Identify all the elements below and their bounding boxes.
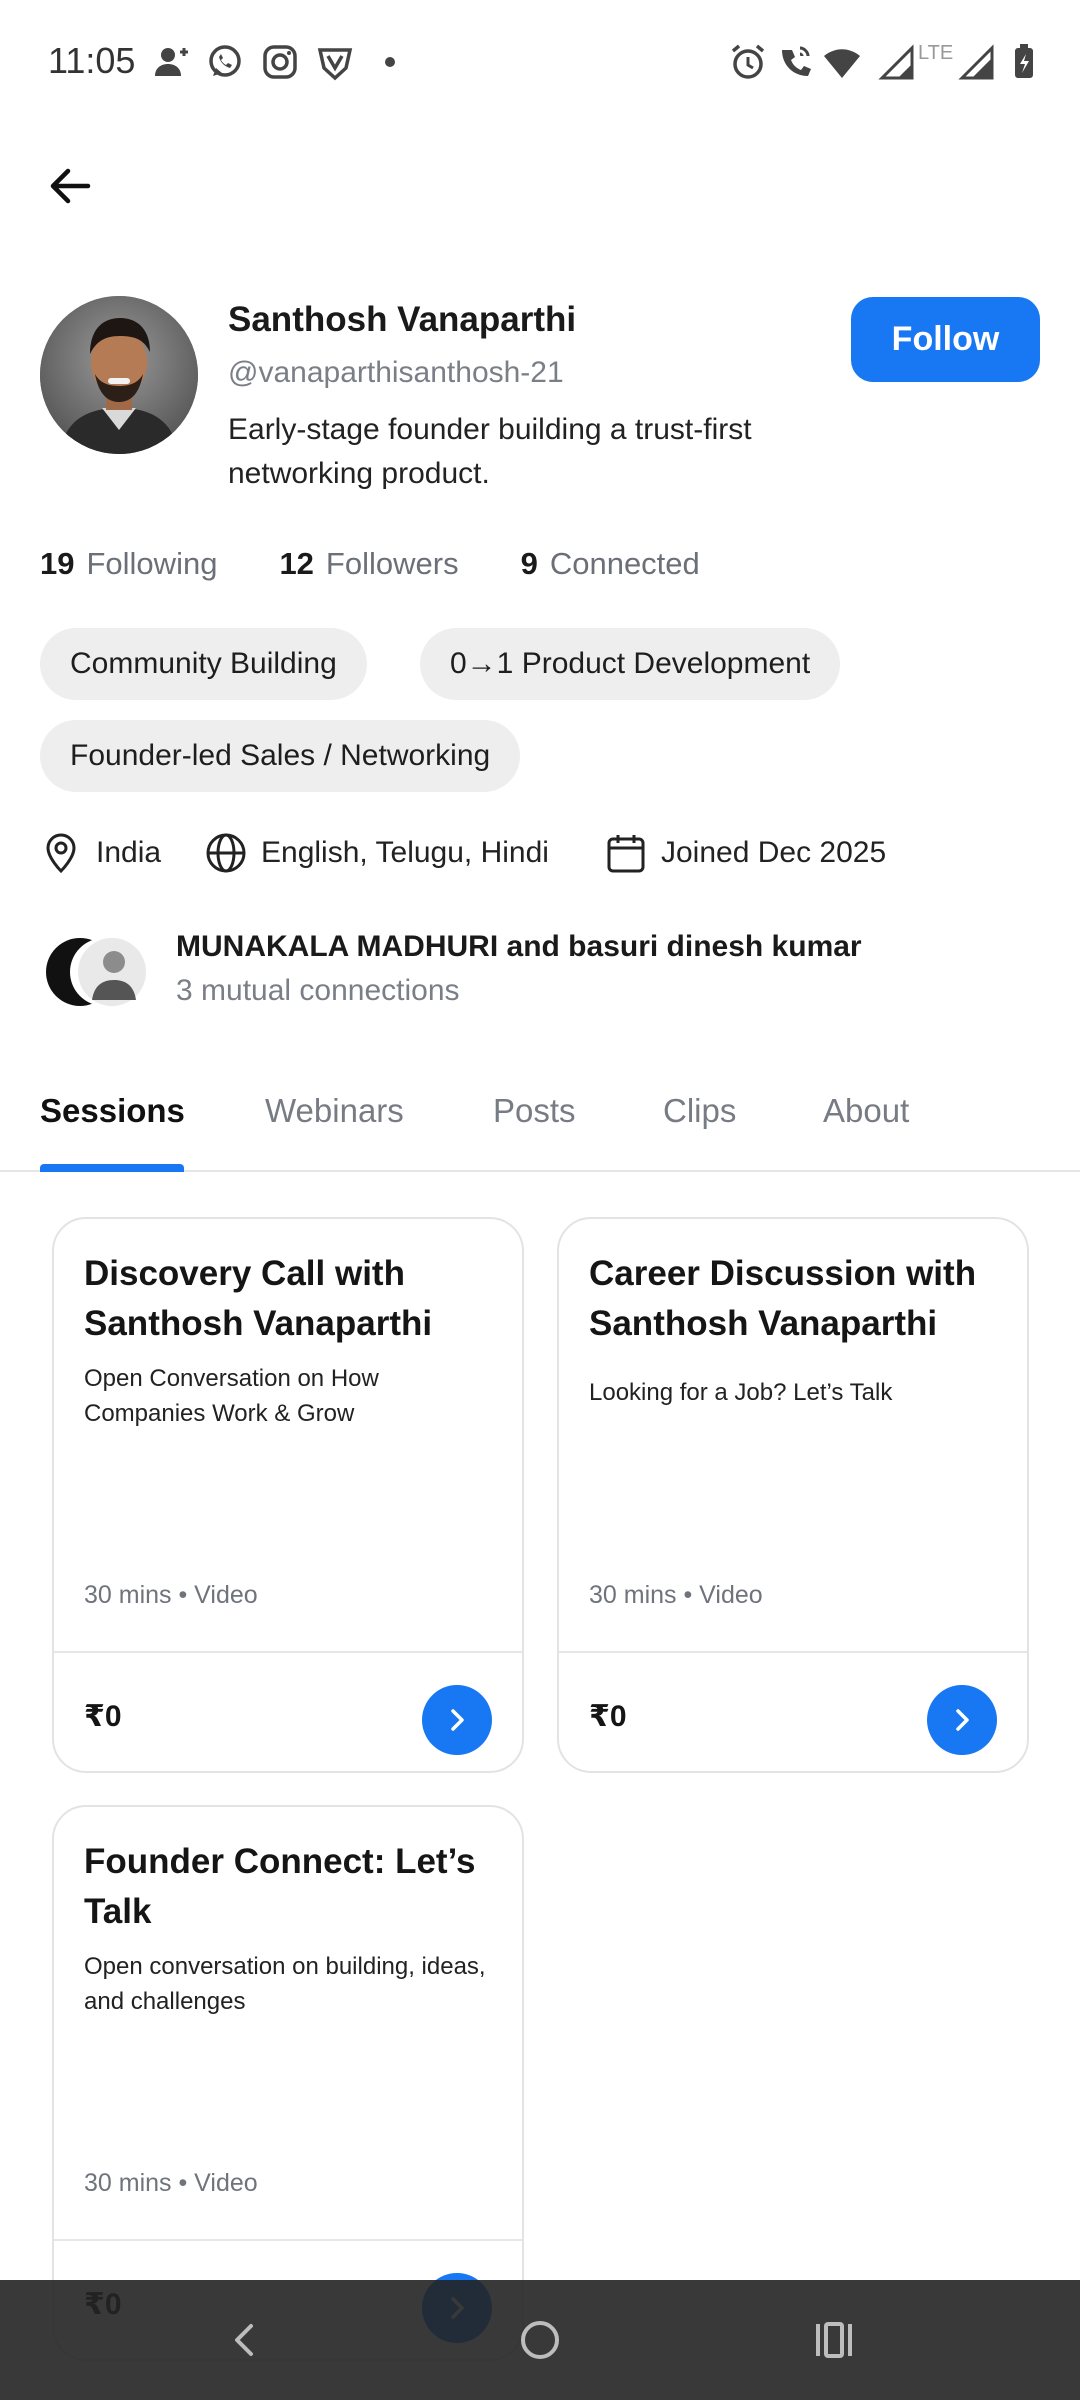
session-price: ₹0 xyxy=(589,1700,627,1733)
session-description: Open conversation on building, ideas, an… xyxy=(84,1953,486,2015)
card-divider xyxy=(54,1651,522,1653)
nav-home-icon xyxy=(521,2321,559,2359)
stat-following[interactable]: 19 Following xyxy=(40,546,217,582)
tab-about[interactable]: About xyxy=(823,1092,909,1130)
signal-lte-icon xyxy=(878,42,918,82)
stat-value: 9 xyxy=(520,546,538,581)
tab-indicator xyxy=(40,1164,184,1172)
alarm-icon xyxy=(728,42,768,82)
profile-tabs: Sessions Webinars Posts Clips About xyxy=(0,1080,1080,1172)
profile-avatar[interactable] xyxy=(40,296,198,454)
wifi-call-icon xyxy=(776,42,816,82)
session-card[interactable]: Discovery Call with Santhosh Vanaparthi … xyxy=(52,1217,524,1773)
status-time: 11:05 xyxy=(48,40,136,81)
meta-joined: Joined Dec 2025 xyxy=(605,832,886,874)
session-meta: 30 mins • Video xyxy=(84,2169,258,2197)
session-meta: 30 mins • Video xyxy=(589,1581,763,1609)
nav-back-button[interactable] xyxy=(215,2310,275,2370)
nav-recents-button[interactable] xyxy=(804,2310,864,2370)
meta-languages: English, Telugu, Hindi xyxy=(205,832,549,874)
wifi-icon xyxy=(822,42,862,82)
session-title: Founder Connect: Let’s Talk xyxy=(84,1842,476,1931)
profile-handle: @vanaparthisanthosh-21 xyxy=(228,356,564,389)
tab-posts[interactable]: Posts xyxy=(493,1092,576,1130)
session-meta: 30 mins • Video xyxy=(84,1581,258,1609)
interest-chip: Founder-led Sales / Networking xyxy=(40,720,521,792)
chevron-right-icon xyxy=(956,1709,969,1731)
back-button[interactable] xyxy=(40,156,100,216)
location-text: India xyxy=(96,836,162,869)
signal-icon xyxy=(958,42,998,82)
location-pin-icon xyxy=(46,833,76,874)
tab-clips[interactable]: Clips xyxy=(663,1092,736,1130)
dot-icon xyxy=(370,42,410,82)
follow-button[interactable]: Follow xyxy=(851,297,1040,382)
stat-label: Following xyxy=(86,546,218,581)
interest-chip: Community Building xyxy=(40,628,367,700)
joined-text: Joined Dec 2025 xyxy=(661,836,887,869)
profile-stats: 19 Following 12 Followers 9 Connected xyxy=(40,546,762,582)
tab-webinars[interactable]: Webinars xyxy=(265,1092,404,1130)
interest-chip: 0→1 Product Development xyxy=(420,628,841,700)
card-divider xyxy=(54,2239,522,2241)
system-nav-bar xyxy=(0,2280,1080,2400)
globe-icon xyxy=(206,833,246,873)
nav-back-icon xyxy=(235,2324,253,2356)
session-title: Discovery Call with Santhosh Vanaparthi xyxy=(84,1254,433,1343)
session-card[interactable]: Career Discussion with Santhosh Vanapart… xyxy=(557,1217,1029,1773)
mutual-names[interactable]: MUNAKALA MADHURI and basuri dinesh kumar xyxy=(176,930,862,964)
vpn-shield-icon xyxy=(315,42,355,82)
battery-charging-icon xyxy=(1004,42,1044,82)
calendar-icon xyxy=(607,835,645,873)
session-description: Open Conversation on How Companies Work … xyxy=(84,1365,379,1427)
languages-text: English, Telugu, Hindi xyxy=(261,836,549,869)
whatsapp-icon xyxy=(205,42,245,82)
nav-home-button[interactable] xyxy=(510,2310,570,2370)
person-add-icon xyxy=(150,42,190,82)
mutual-avatars[interactable] xyxy=(42,934,152,1010)
chevron-right-icon xyxy=(451,1709,464,1731)
session-description: Looking for a Job? Let’s Talk xyxy=(589,1379,893,1406)
status-bar: 11:05 LTE xyxy=(0,0,1080,124)
session-open-button[interactable] xyxy=(927,1685,997,1755)
arrow-left-icon xyxy=(50,168,91,204)
stat-followers[interactable]: 12 Followers xyxy=(279,546,458,582)
stat-label: Followers xyxy=(325,546,459,581)
stat-value: 12 xyxy=(279,546,314,581)
profile-bio: Early-stage founder building a trust-fir… xyxy=(228,413,752,490)
instagram-icon xyxy=(260,42,300,82)
mutual-count[interactable]: 3 mutual connections xyxy=(176,974,460,1008)
lte-label: LTE xyxy=(918,42,954,64)
card-divider xyxy=(559,1651,1027,1653)
profile-name: Santhosh Vanaparthi xyxy=(228,300,577,339)
session-price: ₹0 xyxy=(84,1700,122,1733)
nav-recents-icon xyxy=(816,2322,852,2358)
session-open-button[interactable] xyxy=(422,1685,492,1755)
tab-sessions[interactable]: Sessions xyxy=(40,1092,185,1130)
session-title: Career Discussion with Santhosh Vanapart… xyxy=(589,1254,977,1343)
session-card[interactable]: Founder Connect: Let’s Talk Open convers… xyxy=(52,1805,524,2361)
stat-label: Connected xyxy=(549,546,700,581)
stat-value: 19 xyxy=(40,546,75,581)
meta-location: India xyxy=(40,832,161,874)
stat-connected[interactable]: 9 Connected xyxy=(521,546,700,582)
